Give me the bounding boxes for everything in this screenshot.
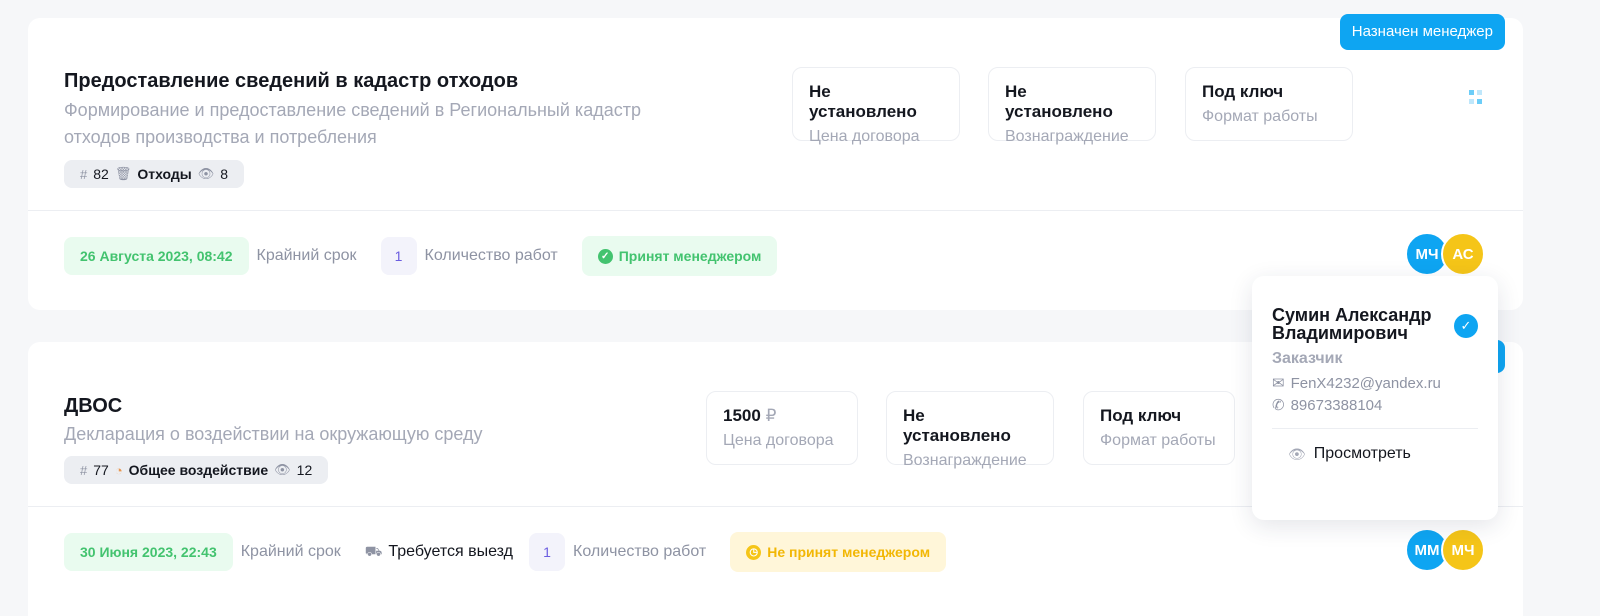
user-email[interactable]: ✉ FenX4232@yandex.ru bbox=[1272, 374, 1478, 393]
stat-contract-price: Не установлено Цена договора bbox=[792, 67, 960, 145]
order-chips: # 77 ◔ Общее воздействие 👁 12 bbox=[64, 456, 329, 484]
eye-icon: 👁 bbox=[1288, 445, 1306, 462]
divider bbox=[28, 210, 1523, 211]
user-phone[interactable]: ✆ 89673388104 bbox=[1272, 396, 1478, 415]
order-description: Формирование и предоставление сведений в… bbox=[64, 100, 641, 147]
order-title[interactable]: ДВОС bbox=[64, 395, 122, 418]
order-meta-row: 26 Августа 2023, 08:42 Крайний срок 1 Ко… bbox=[64, 236, 778, 276]
visit-required: Требуется выезд bbox=[388, 543, 513, 560]
order-views: 12 bbox=[296, 462, 313, 478]
hash-icon: # bbox=[80, 166, 88, 182]
user-popover: Сумин Александр Владимирович ✓ Заказчик … bbox=[1252, 276, 1498, 520]
view-profile-button[interactable]: 👁 Просмотреть bbox=[1272, 445, 1478, 463]
impact-icon: ◔ bbox=[114, 462, 123, 478]
clock-icon: ◷ bbox=[746, 544, 762, 560]
manager-assigned-badge: Назначен менеджер bbox=[1339, 14, 1505, 50]
stat-work-format: Под ключ Формат работы bbox=[1185, 67, 1353, 141]
deadline-date: 26 Августа 2023, 08:42 bbox=[64, 237, 249, 275]
avatar-group[interactable]: ММ МЧ bbox=[1405, 528, 1485, 572]
verified-icon: ✓ bbox=[1454, 314, 1478, 338]
order-id: 82 bbox=[93, 166, 109, 182]
stat-contract-price: 1500 ₽ Цена договора bbox=[706, 391, 858, 465]
user-role: Заказчик bbox=[1272, 350, 1343, 367]
trash-icon: 🗑 bbox=[114, 166, 132, 181]
divider bbox=[1272, 428, 1478, 429]
phone-icon: ✆ bbox=[1272, 397, 1285, 414]
work-count-label: Количество работ bbox=[573, 543, 707, 560]
order-card[interactable]: Назначен менеджер Предоставление сведени… bbox=[28, 14, 1523, 310]
order-chips: # 82 🗑 Отходы 👁 8 bbox=[64, 160, 245, 188]
deadline-date: 30 Июня 2023, 22:43 bbox=[64, 533, 233, 571]
mail-icon: ✉ bbox=[1272, 375, 1285, 392]
eye-icon: 👁 bbox=[197, 166, 215, 181]
hash-icon: # bbox=[80, 462, 88, 478]
stat-reward: Не установлено Вознаграждение bbox=[988, 67, 1156, 145]
order-views: 8 bbox=[220, 166, 229, 182]
order-meta-row: 30 Июня 2023, 22:43 Крайний срок ⛟ Требу… bbox=[64, 532, 947, 572]
user-name: Сумин Александр Владимирович bbox=[1272, 305, 1432, 343]
work-count-label: Количество работ bbox=[424, 247, 558, 264]
order-category: Общее воздействие bbox=[128, 462, 269, 478]
eye-icon: 👁 bbox=[274, 462, 291, 477]
order-description: Декларация о воздействии на окружающую с… bbox=[64, 424, 483, 444]
order-title[interactable]: Предоставление сведений в кадастр отходо… bbox=[64, 70, 518, 93]
order-category: Отходы bbox=[137, 166, 192, 182]
avatar[interactable]: АС bbox=[1441, 232, 1485, 276]
work-count: 1 bbox=[529, 533, 565, 571]
deadline-label: Крайний срок bbox=[240, 543, 341, 560]
stat-reward: Не установлено Вознаграждение bbox=[886, 391, 1054, 469]
status-badge: ✓ Принят менеджером bbox=[581, 236, 778, 276]
order-id: 77 bbox=[93, 462, 109, 478]
car-icon: ⛟ bbox=[364, 542, 383, 559]
avatar-group[interactable]: МЧ АС bbox=[1405, 232, 1485, 276]
work-count: 1 bbox=[380, 237, 417, 275]
grid-icon[interactable] bbox=[1469, 90, 1483, 104]
avatar[interactable]: МЧ bbox=[1441, 528, 1485, 572]
status-badge: ◷ Не принят менеджером bbox=[730, 532, 947, 572]
check-icon: ✓ bbox=[597, 248, 613, 264]
deadline-label: Крайний срок bbox=[256, 247, 357, 264]
stat-work-format: Под ключ Формат работы bbox=[1083, 391, 1235, 465]
